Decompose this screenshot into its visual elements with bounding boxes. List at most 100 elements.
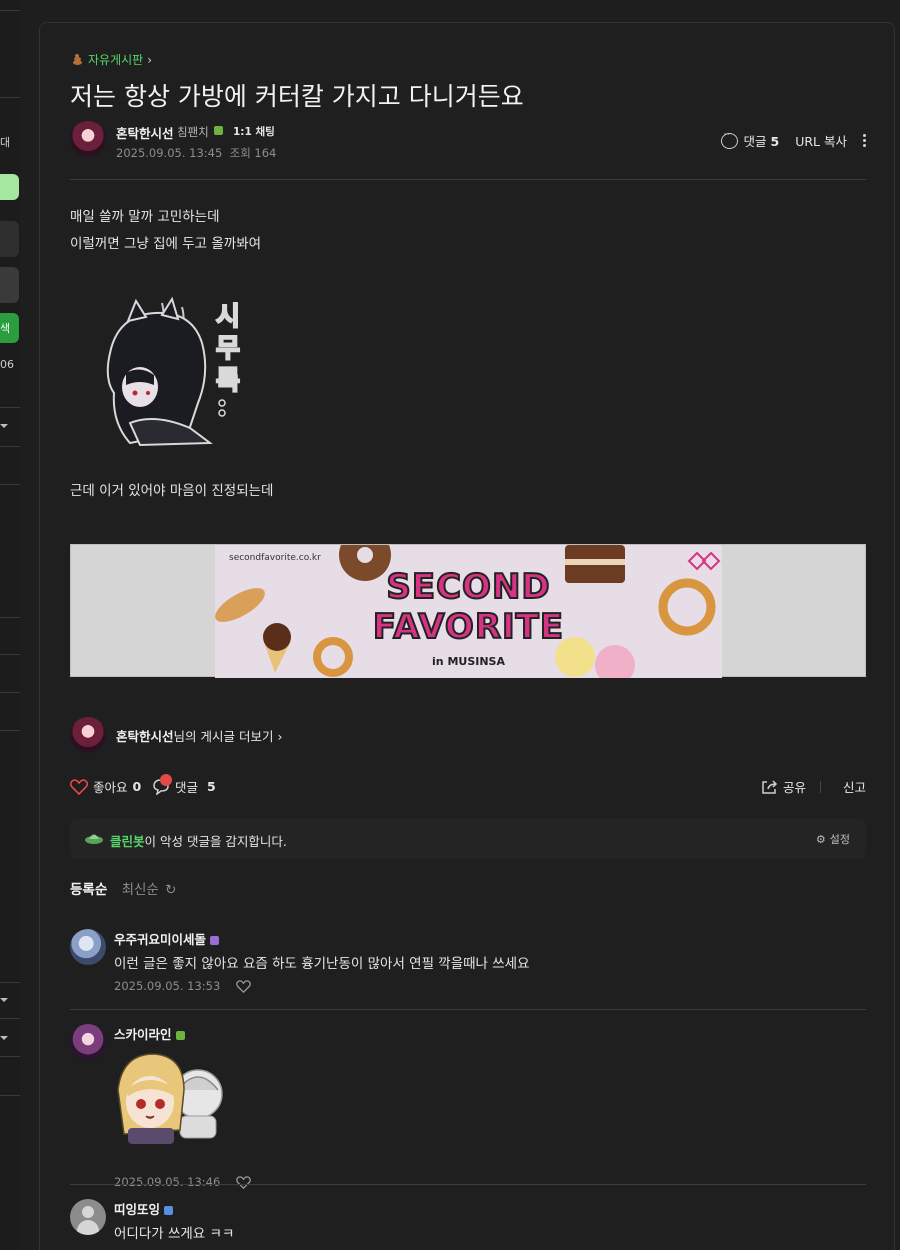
sidebar-divider (0, 617, 20, 618)
header-divider (70, 179, 866, 180)
commenter-avatar[interactable] (70, 929, 106, 965)
sidebar-input[interactable] (0, 221, 19, 257)
reply-count: 5 (207, 779, 216, 794)
body-line: 매일 쓸까 말까 고민하는데 (70, 209, 220, 225)
level-badge-icon (164, 1206, 174, 1215)
sidebar-green-button[interactable] (0, 174, 19, 200)
gear-icon: ⚙ (815, 832, 826, 846)
sort-registered[interactable]: 등록순 (70, 882, 107, 898)
share-button[interactable]: 공유 (761, 777, 806, 796)
post-top-actions: 댓글 5 URL 복사 (720, 130, 866, 150)
cleanbot-text: 이 악성 댓글을 감지합니다. (144, 834, 287, 849)
commenter-name-text: 우주귀요미이세돌 (114, 932, 207, 947)
comment-date: 2025.09.05. 13:46 (114, 1175, 221, 1189)
comment-bubble-icon (152, 773, 172, 796)
more-posts-suffix: 님의 게시글 더보기 (173, 729, 274, 744)
sidebar-divider (0, 692, 20, 693)
article-card: 자유게시판 › 저는 항상 가방에 커터칼 가지고 다니거든요 혼탁한시선 침팬… (39, 22, 895, 1250)
sidebar-divider (0, 484, 20, 485)
author-avatar (70, 717, 106, 753)
post-meta: 2025.09.05. 13:45 조회 164 (116, 145, 276, 161)
comment-date: 2025.09.05. 13:53 (114, 979, 221, 993)
sidebar-search-label: 색 (0, 322, 11, 335)
ad-banner-image[interactable]: secondfavorite.co.kr SECOND FAVORITE in … (215, 545, 722, 678)
like-button[interactable]: 좋아요 0 (70, 777, 141, 796)
comment-sort: 등록순 최신순 ↻ (70, 878, 176, 898)
comment-text: 이런 글은 좋지 않아요 요즘 하도 흉기난동이 많아서 연필 깍을때나 쓰세요 (114, 956, 530, 972)
chevron-down-icon[interactable] (0, 1036, 8, 1040)
report-button[interactable]: 신고 (843, 777, 866, 796)
more-options-icon[interactable] (863, 134, 866, 147)
share-icon (762, 779, 778, 794)
cleanbot-name: 클린봇 (110, 834, 145, 849)
anime-characters-sticker (117, 1053, 223, 1144)
author-name[interactable]: 혼탁한시선 (116, 123, 174, 142)
cleanbot-settings-button[interactable]: ⚙ 설정 (816, 831, 850, 847)
comment-divider (70, 1184, 866, 1185)
chevron-down-icon[interactable] (0, 424, 8, 428)
sort-latest[interactable]: 최신순 (122, 882, 159, 898)
sidebar-search-button[interactable]: 색 (0, 313, 19, 343)
ad-subtitle: in MUSINSA (432, 655, 505, 668)
sidebar-fragment-text: 06 (0, 358, 14, 371)
chevron-down-icon[interactable] (0, 998, 8, 1002)
chevron-right-icon: › (277, 729, 283, 744)
commenter-name[interactable]: 스카이라인 (114, 1024, 185, 1043)
one-on-one-chat-link[interactable]: 1:1 채팅 (233, 124, 275, 139)
board-name: 자유게시판 (88, 53, 144, 67)
author-level: 침팬치 (177, 125, 209, 139)
left-sidebar: 대 색 06 (0, 0, 20, 1250)
more-posts-text: 혼탁한시선님의 게시글 더보기 › (116, 726, 282, 745)
settings-label: 설정 (829, 833, 850, 846)
sidebar-fragment-text: 대 (0, 136, 11, 149)
comment-bubble-icon (720, 130, 738, 149)
sidebar-divider (0, 407, 20, 408)
commenter-name-text: 스카이라인 (114, 1027, 172, 1042)
ad-logo-line2: FAVORITE (372, 606, 565, 648)
chevron-right-icon: › (147, 52, 153, 67)
sidebar-divider (0, 1056, 20, 1057)
level-badge-icon (210, 936, 220, 945)
comment-count-button[interactable]: 댓글 5 (152, 773, 216, 796)
ad-logo-line1: SECOND (385, 566, 551, 608)
cleanbot-message: 클린봇이 악성 댓글을 감지합니다. (110, 831, 287, 850)
commenter-name[interactable]: 우주귀요미이세돌 (114, 929, 220, 948)
sidebar-divider (0, 982, 20, 983)
comment-meta: 2025.09.05. 13:46 (114, 1175, 252, 1189)
comment-meta: 2025.09.05. 13:53 (114, 979, 252, 993)
sticker-text: 룩 (216, 366, 240, 396)
like-label: 좋아요 (93, 780, 128, 795)
sidebar-divider (0, 1018, 20, 1019)
heart-icon[interactable] (236, 979, 252, 993)
reaction-bar: 좋아요 0 댓글 5 공유 신고 (70, 773, 866, 799)
level-badge-icon (175, 1031, 185, 1040)
comment-item: 우주귀요미이세돌 이런 글은 좋지 않아요 요즘 하도 흉기난동이 많아서 연필… (70, 929, 866, 1009)
commenter-name-text: 띠잉또잉 (114, 1202, 161, 1217)
post-views: 조회 164 (229, 146, 277, 160)
commenter-avatar[interactable] (70, 1024, 106, 1060)
post-date: 2025.09.05. 13:45 (116, 146, 223, 160)
sidebar-divider (0, 730, 20, 731)
sidebar-input[interactable] (0, 267, 19, 303)
notification-dot (160, 773, 172, 786)
comment-link[interactable]: 댓글 5 (744, 131, 780, 150)
sidebar-divider (0, 654, 20, 655)
commenter-avatar[interactable] (70, 1199, 106, 1235)
level-badge-icon (214, 126, 223, 135)
action-separator (820, 781, 821, 793)
refresh-icon[interactable]: ↻ (165, 882, 176, 898)
sticker-text: 시 (216, 302, 240, 332)
comment-divider (70, 1009, 866, 1010)
url-copy-button[interactable]: URL 복사 (795, 131, 847, 150)
page: 대 색 06 자유게시판 › 저는 항상 가방에 커터칼 가지고 다니거든요 혼… (0, 0, 900, 1250)
sticker-text: 무 (216, 334, 240, 364)
board-breadcrumb[interactable]: 자유게시판 › (70, 51, 152, 68)
author-avatar[interactable] (70, 121, 106, 157)
author-row: 혼탁한시선 침팬치 1:1 채팅 2025.09.05. 13:45 조회 16… (70, 121, 866, 161)
commenter-name[interactable]: 띠잉또잉 (114, 1199, 174, 1218)
ad-banner[interactable]: secondfavorite.co.kr SECOND FAVORITE in … (70, 544, 866, 678)
comment-item: 띠잉또잉 어디다가 쓰게요 ㅋㅋ (70, 1199, 866, 1250)
heart-icon[interactable] (236, 1175, 252, 1189)
body-line: 이럴꺼면 그냥 집에 두고 올까봐여 (70, 236, 262, 252)
reply-label: 댓글 (175, 780, 199, 795)
